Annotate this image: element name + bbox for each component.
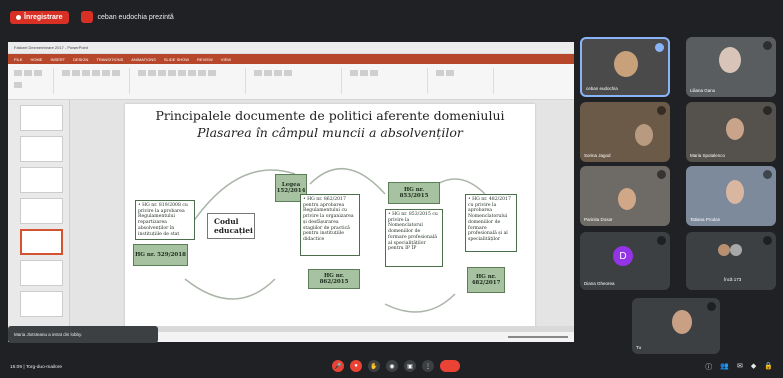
participant-name: Sorina Jagod <box>584 153 611 158</box>
ribbon-tab: VIEW <box>220 56 232 62</box>
participant-name: Maria Spotalenco <box>690 153 726 158</box>
more-options-button[interactable]: ⋮ <box>422 360 434 372</box>
participant-name: Parinita Dosar <box>584 217 613 222</box>
ppt-title-bar: Fatiorel Dezmembrare 2017 - PowerPoint <box>8 42 574 54</box>
ribbon-tab: SLIDE SHOW <box>163 56 190 62</box>
ppt-ribbon-tabs: FILE HOME INSERT DESIGN TRANSITIONS ANIM… <box>8 54 574 64</box>
present-screen-icon <box>80 11 93 23</box>
participant-tile[interactable]: ceban eudochia <box>580 37 670 97</box>
slide-canvas: Principalele documente de politici afere… <box>70 100 574 334</box>
presenter-badge[interactable]: ceban eudochia prezintă <box>80 11 174 23</box>
more-participants-label: Încă 173 <box>724 277 742 282</box>
box-hg-853: HG nr. 853/2015 <box>388 182 440 204</box>
top-bar: Înregistrare ceban eudochia prezintă <box>0 0 783 34</box>
ribbon-group <box>252 68 342 94</box>
participant-tile[interactable]: Maria Spotalenco <box>686 102 776 162</box>
slide-thumbnail[interactable] <box>20 167 63 193</box>
bottom-bar: 15:09 | Torg-duo-mailore 🎤 ● ✋ ◉ ▣ ⋮ ⓘ 👥… <box>0 356 783 378</box>
participant-name: Diana Gheorea <box>584 281 615 286</box>
info-icon[interactable]: ⓘ <box>705 362 712 372</box>
recording-dot-icon <box>16 14 21 20</box>
slide: Principalele documente de politici afere… <box>125 104 535 334</box>
text-box-mid: • HG nr. 862/2017 pentru aprobarea Regul… <box>300 194 360 256</box>
avatar: D <box>613 246 633 266</box>
text-box-right1: • HG nr. 853/2015 cu privire la Nomencla… <box>385 209 443 267</box>
mic-off-icon <box>763 236 772 245</box>
box-hg-482: HG nr. 482/2017 <box>467 267 505 293</box>
ribbon-tab: TRANSITIONS <box>96 56 124 62</box>
ribbon-group <box>348 68 428 94</box>
participant-tile[interactable]: Liliana Ganu <box>686 37 776 97</box>
mic-off-icon <box>657 106 666 115</box>
slide-thumbnail[interactable] <box>20 198 63 224</box>
recording-label: Înregistrare <box>24 13 63 21</box>
people-icon[interactable]: 👥 <box>720 362 729 372</box>
ribbon-group <box>12 68 54 94</box>
speaking-indicator-icon <box>655 43 664 52</box>
slide-thumbnail-active[interactable] <box>20 229 63 255</box>
mic-off-icon <box>763 41 772 50</box>
presenter-label: ceban eudochia prezintă <box>97 13 174 21</box>
participant-name: Liliana Ganu <box>690 88 716 93</box>
participant-tile[interactable]: Sorina Jagod <box>580 102 670 162</box>
participant-tile[interactable]: D Diana Gheorea <box>580 232 670 290</box>
participant-name: Tatiana Prodan <box>690 217 721 222</box>
more-participants-tile[interactable]: Încă 173 <box>686 232 776 290</box>
ribbon-group <box>434 68 494 94</box>
ribbon-tab: ANIMATIONS <box>131 56 156 62</box>
text-box-right2: • HG nr. 482/2017 cu privire la aprobare… <box>465 194 517 252</box>
raise-hand-button[interactable]: ✋ <box>368 360 380 372</box>
participant-tile[interactable]: Parinita Dosar <box>580 166 670 226</box>
ribbon-tab: HOME <box>30 56 43 62</box>
slide-thumbnail[interactable] <box>20 136 63 162</box>
mic-off-icon <box>763 106 772 115</box>
ribbon-tab: REVIEW <box>197 56 213 62</box>
mic-off-icon <box>763 170 772 179</box>
captions-button[interactable]: ◉ <box>386 360 398 372</box>
slide-subtitle: Plasarea în câmpul muncii a absolvențilo… <box>197 125 463 140</box>
ppt-window-title: Fatiorel Dezmembrare 2017 - PowerPoint <box>14 45 88 50</box>
ppt-ribbon <box>8 64 574 100</box>
slide-thumbnail[interactable] <box>20 291 63 317</box>
join-notification: Maria Jlotsteanu a intrat din lobby. <box>8 326 158 343</box>
mic-off-icon <box>707 302 716 311</box>
participant-name: ceban eudochia <box>586 86 618 91</box>
mic-toggle-button[interactable]: 🎤 <box>332 360 344 372</box>
slide-title: Principalele documente de politici afere… <box>155 108 505 123</box>
ribbon-tab: DESIGN <box>73 56 89 62</box>
mic-off-icon <box>657 170 666 179</box>
box-hg-862: HG nr. 862/2015 <box>308 269 360 289</box>
mic-off-icon <box>657 236 666 245</box>
ribbon-group <box>136 68 246 94</box>
camera-toggle-button[interactable]: ● <box>350 360 362 372</box>
text-box-left: • HG nr. 819/2008 cu privire la aprobare… <box>135 200 195 240</box>
center-label: Codul educației <box>207 213 255 239</box>
self-view-tile[interactable]: Tu <box>632 298 720 354</box>
center-label-text: Codul educației <box>214 217 253 235</box>
recording-badge: Înregistrare <box>10 10 69 24</box>
side-controls: ⓘ 👥 ✉ ◆ 🔒 <box>705 362 773 372</box>
ribbon-tab: FILE <box>14 56 23 62</box>
activities-icon[interactable]: ◆ <box>751 362 756 372</box>
participant-tile[interactable]: Tatiana Prodan <box>686 166 776 226</box>
zoom-slider[interactable] <box>508 336 568 338</box>
slide-thumbnails <box>8 100 70 326</box>
ribbon-group <box>60 68 130 94</box>
ribbon-tab: INSERT <box>50 56 66 62</box>
join-notification-text: Maria Jlotsteanu a intrat din lobby. <box>14 332 83 337</box>
box-hg-529: HG nr. 529/2018 <box>133 244 188 266</box>
meeting-time: 15:09 | Torg-duo-mailore <box>10 364 63 370</box>
self-name: Tu <box>636 345 642 350</box>
slide-thumbnail[interactable] <box>20 260 63 286</box>
present-button[interactable]: ▣ <box>404 360 416 372</box>
lock-icon[interactable]: 🔒 <box>764 362 773 372</box>
chat-icon[interactable]: ✉ <box>737 362 743 372</box>
slide-thumbnail[interactable] <box>20 105 63 131</box>
end-call-button[interactable] <box>440 360 460 372</box>
call-controls: 🎤 ● ✋ ◉ ▣ ⋮ <box>332 360 460 372</box>
shared-screen: Fatiorel Dezmembrare 2017 - PowerPoint F… <box>8 42 574 342</box>
